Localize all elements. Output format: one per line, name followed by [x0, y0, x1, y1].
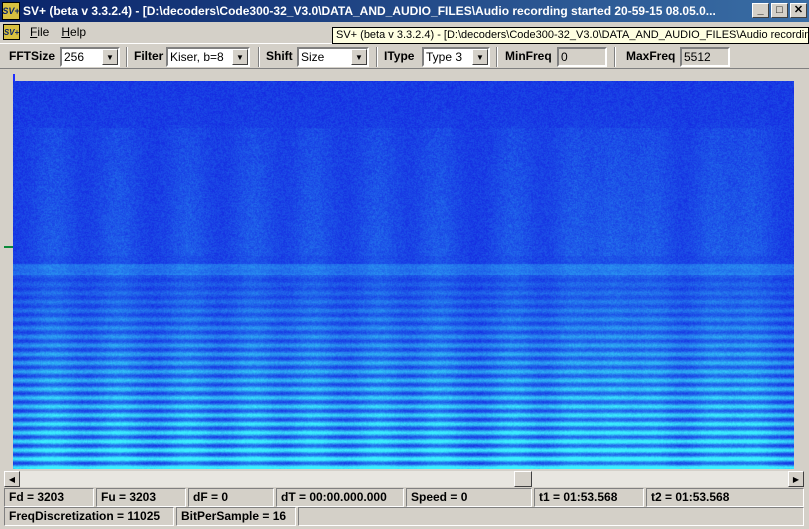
chevron-down-icon[interactable]: ▼	[472, 49, 488, 65]
status-fu: Fu = 3203	[96, 488, 186, 507]
horizontal-scrollbar[interactable]: ◀ ▶	[4, 471, 804, 487]
spectrogram-frame	[0, 70, 809, 471]
status-bit-per-sample: BitPerSample = 16	[176, 507, 296, 526]
window-controls: _ □ ✕	[752, 3, 807, 18]
fftsize-label: FFTSize	[9, 49, 56, 63]
title-bar: SV+ SV+ (beta v 3.3.2.4) - [D:\decoders\…	[0, 0, 809, 22]
status-t1: t1 = 01:53.568	[534, 488, 644, 507]
minfreq-label: MinFreq	[505, 49, 552, 63]
spectrogram-canvas[interactable]	[13, 81, 794, 469]
maximize-button[interactable]: □	[771, 3, 788, 18]
shift-value: Size	[301, 50, 325, 64]
minfreq-field[interactable]: 0	[557, 47, 607, 67]
shift-label: Shift	[266, 49, 293, 63]
fftsize-value: 256	[64, 50, 85, 64]
minimize-button[interactable]: _	[752, 3, 769, 18]
toolbar-separator	[258, 47, 260, 67]
toolbar-separator	[496, 47, 498, 67]
chevron-down-icon[interactable]: ▼	[351, 49, 367, 65]
filter-select[interactable]: Kiser, b=8 ▼	[166, 47, 250, 67]
document-icon[interactable]: SV+	[3, 24, 20, 40]
toolbar-separator	[126, 47, 128, 67]
scroll-right-icon[interactable]: ▶	[788, 471, 804, 487]
scroll-left-icon[interactable]: ◀	[4, 471, 20, 487]
scroll-thumb[interactable]	[514, 471, 532, 487]
status-speed: Speed = 0	[406, 488, 532, 507]
filter-label: Filter	[134, 49, 164, 63]
app-icon[interactable]: SV+	[2, 2, 20, 20]
filter-value: Kiser, b=8	[170, 50, 224, 64]
status-empty	[298, 507, 804, 526]
fftsize-select[interactable]: 256 ▼	[60, 47, 120, 67]
window-title: SV+ (beta v 3.3.2.4) - [D:\decoders\Code…	[23, 4, 716, 18]
status-freq-discretization: FreqDiscretization = 11025	[4, 507, 174, 526]
maxfreq-label: MaxFreq	[626, 49, 676, 63]
status-bar-bottom: FreqDiscretization = 11025 BitPerSample …	[0, 506, 809, 526]
shift-select[interactable]: Size ▼	[297, 47, 369, 67]
toolbar-separator	[614, 47, 616, 67]
itype-label: IType	[384, 49, 415, 63]
chevron-down-icon[interactable]: ▼	[232, 49, 248, 65]
toolbar: FFTSize 256 ▼ Filter Kiser, b=8 ▼ Shift …	[0, 43, 809, 69]
itype-value: Type 3	[426, 50, 463, 64]
itype-select[interactable]: Type 3 ▼	[422, 47, 490, 67]
close-button[interactable]: ✕	[790, 3, 807, 18]
status-df: dF = 0	[188, 488, 274, 507]
status-bar-top: Fd = 3203 Fu = 3203 dF = 0 dT = 00:00.00…	[0, 487, 809, 507]
status-fd: Fd = 3203	[4, 488, 94, 507]
toolbar-separator	[376, 47, 378, 67]
chevron-down-icon[interactable]: ▼	[102, 49, 118, 65]
menu-help[interactable]: Help	[55, 25, 92, 39]
frequency-marker[interactable]	[4, 246, 13, 248]
status-dt: dT = 00:00.000.000	[276, 488, 404, 507]
title-tooltip: SV+ (beta v 3.3.2.4) - [D:\decoders\Code…	[332, 27, 809, 44]
maxfreq-field[interactable]: 5512	[680, 47, 730, 67]
menu-file[interactable]: File	[24, 25, 55, 39]
status-t2: t2 = 01:53.568	[646, 488, 804, 507]
